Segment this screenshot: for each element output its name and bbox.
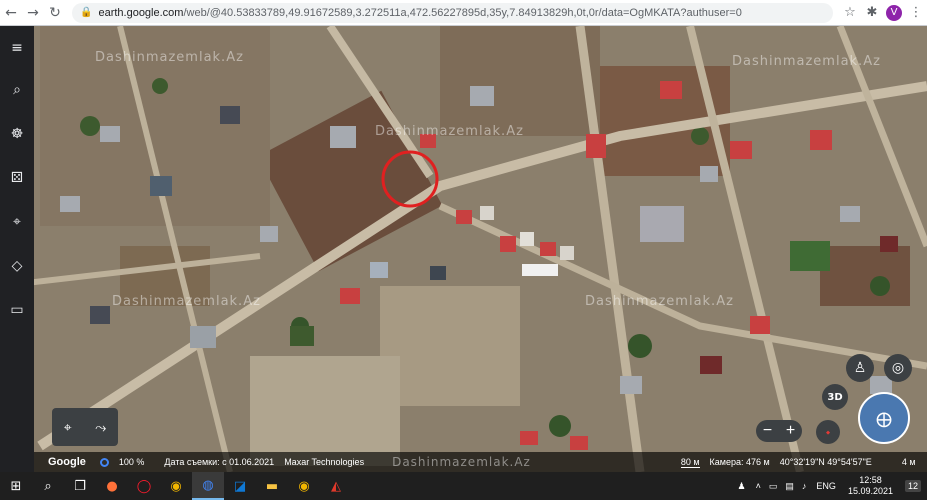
map-style-layers-icon[interactable]: ◇ [5, 254, 29, 278]
outlook-icon[interactable]: ◪ [224, 472, 256, 500]
tray-chevron-icon[interactable]: ˄ [756, 481, 761, 491]
feeling-lucky-dice-icon[interactable]: ⚄ [5, 166, 29, 190]
watermark-center: Dashinmazemlak.Az [375, 124, 524, 139]
address-bar[interactable]: 🔒 earth.google.com /web/@40.53833789,49.… [72, 2, 833, 23]
volume-icon[interactable]: ♪ [802, 481, 807, 491]
lock-icon: 🔒 [80, 7, 93, 18]
profile-avatar[interactable]: V [883, 2, 905, 24]
voyager-helm-icon[interactable]: ☸ [5, 122, 29, 146]
earth-status-bar: Google 100 % Дата съемки: с 01.06.2021 M… [34, 452, 927, 472]
earth-map-view[interactable]: Dashinmazemlak.Az Dashinmazemlak.Az Dash… [0, 26, 927, 472]
load-progress: 100 % [99, 456, 155, 468]
coordinates: 40°32'19"N 49°54'57"E [779, 457, 872, 467]
watermark-top-left: Dashinmazemlak.Az [95, 50, 244, 65]
menu-kebab-icon[interactable]: ⋮ [905, 2, 927, 24]
load-percent: 100 % [118, 456, 145, 467]
forward-icon[interactable]: → [22, 2, 44, 24]
imagery-date: Дата съемки: с 01.06.2021 [164, 457, 275, 467]
network-icon[interactable]: ▤ [785, 481, 794, 492]
notifications-badge[interactable]: 12 [904, 480, 921, 492]
clock-time: 12:58 [859, 475, 882, 485]
scale-bar: 80 м [680, 456, 700, 468]
windows-taskbar: ⊞ ⌕ ❐ ● ◯ ◉ ◍ ◪ ▬ ◉ ◭ ♟ ˄ ▭ ▤ ♪ ENG 12:5… [0, 472, 927, 500]
camera-altitude: Камера: 476 м [709, 457, 770, 467]
pegman-street-view-icon[interactable]: ♙ [846, 354, 874, 382]
acrobat-icon[interactable]: ◭ [320, 472, 352, 500]
task-view-icon[interactable]: ❐ [64, 472, 96, 500]
elevation: 4 м [901, 457, 916, 467]
three-d-toggle-button[interactable]: 3D [822, 384, 848, 410]
left-sidebar: ≡ ⌕ ☸ ⚄ ⌖ ◇ ▭ [0, 26, 34, 472]
extensions-icon[interactable]: ✱ [861, 2, 883, 24]
profile-initial: V [886, 4, 902, 21]
people-icon[interactable]: ♟ [738, 481, 746, 492]
url-domain: earth.google.com [98, 6, 184, 19]
draw-path-icon[interactable]: ⤳ [95, 419, 106, 436]
zoom-in-button[interactable]: + [786, 422, 795, 440]
file-explorer-icon[interactable]: ▬ [256, 472, 288, 500]
search-icon[interactable]: ⌕ [32, 472, 64, 500]
battery-icon[interactable]: ▭ [769, 481, 778, 492]
satellite-imagery [0, 26, 927, 472]
back-icon[interactable]: ← [0, 2, 22, 24]
my-location-icon[interactable]: ◎ [884, 354, 912, 382]
bookmark-star-icon[interactable]: ☆ [839, 2, 861, 24]
firefox-icon[interactable]: ● [96, 472, 128, 500]
browser-toolbar: ← → ↻ 🔒 earth.google.com /web/@40.538337… [0, 0, 927, 26]
watermark-status: Dashinmazemlak.Az [392, 455, 531, 469]
windows-start-icon[interactable]: ⊞ [0, 472, 32, 500]
globe-overview-map[interactable]: 🜨 [858, 392, 910, 444]
clock[interactable]: 12:58 15.09.2021 [848, 475, 893, 497]
system-tray: ♟ ˄ ▭ ▤ ♪ ENG 12:58 15.09.2021 12 [732, 472, 927, 500]
reload-icon[interactable]: ↻ [44, 2, 66, 24]
zoom-out-button[interactable]: − [763, 422, 772, 440]
clock-date: 15.09.2021 [847, 486, 893, 496]
watermark-mid-left: Dashinmazemlak.Az [112, 294, 261, 309]
imagery-provider: Maxar Technologies [284, 457, 365, 467]
google-logo: Google [48, 456, 86, 468]
1c-app-icon[interactable]: ◉ [160, 472, 192, 500]
zoom-control: − + [756, 420, 802, 442]
watermark-mid-right: Dashinmazemlak.Az [585, 294, 734, 309]
measure-ruler-icon[interactable]: ▭ [5, 298, 29, 322]
url-path: /web/@40.53833789,49.91672589,3.272511a,… [183, 6, 742, 19]
watermark-top-right: Dashinmazemlak.Az [732, 54, 881, 69]
search-icon[interactable]: ⌕ [5, 78, 29, 102]
chrome-icon[interactable]: ◍ [192, 472, 224, 500]
compass-icon[interactable]: ⬩ [816, 420, 840, 444]
add-placemark-toolbox: ⌖ ⤳ [52, 408, 118, 446]
hamburger-menu-icon[interactable]: ≡ [5, 36, 29, 60]
opera-icon[interactable]: ◯ [128, 472, 160, 500]
loading-ring-icon [99, 458, 109, 468]
1c-app-2-icon[interactable]: ◉ [288, 472, 320, 500]
add-placemark-pin-icon[interactable]: ⌖ [64, 419, 72, 436]
projects-pin-icon[interactable]: ⌖ [5, 210, 29, 234]
language-indicator[interactable]: ENG [816, 481, 836, 491]
